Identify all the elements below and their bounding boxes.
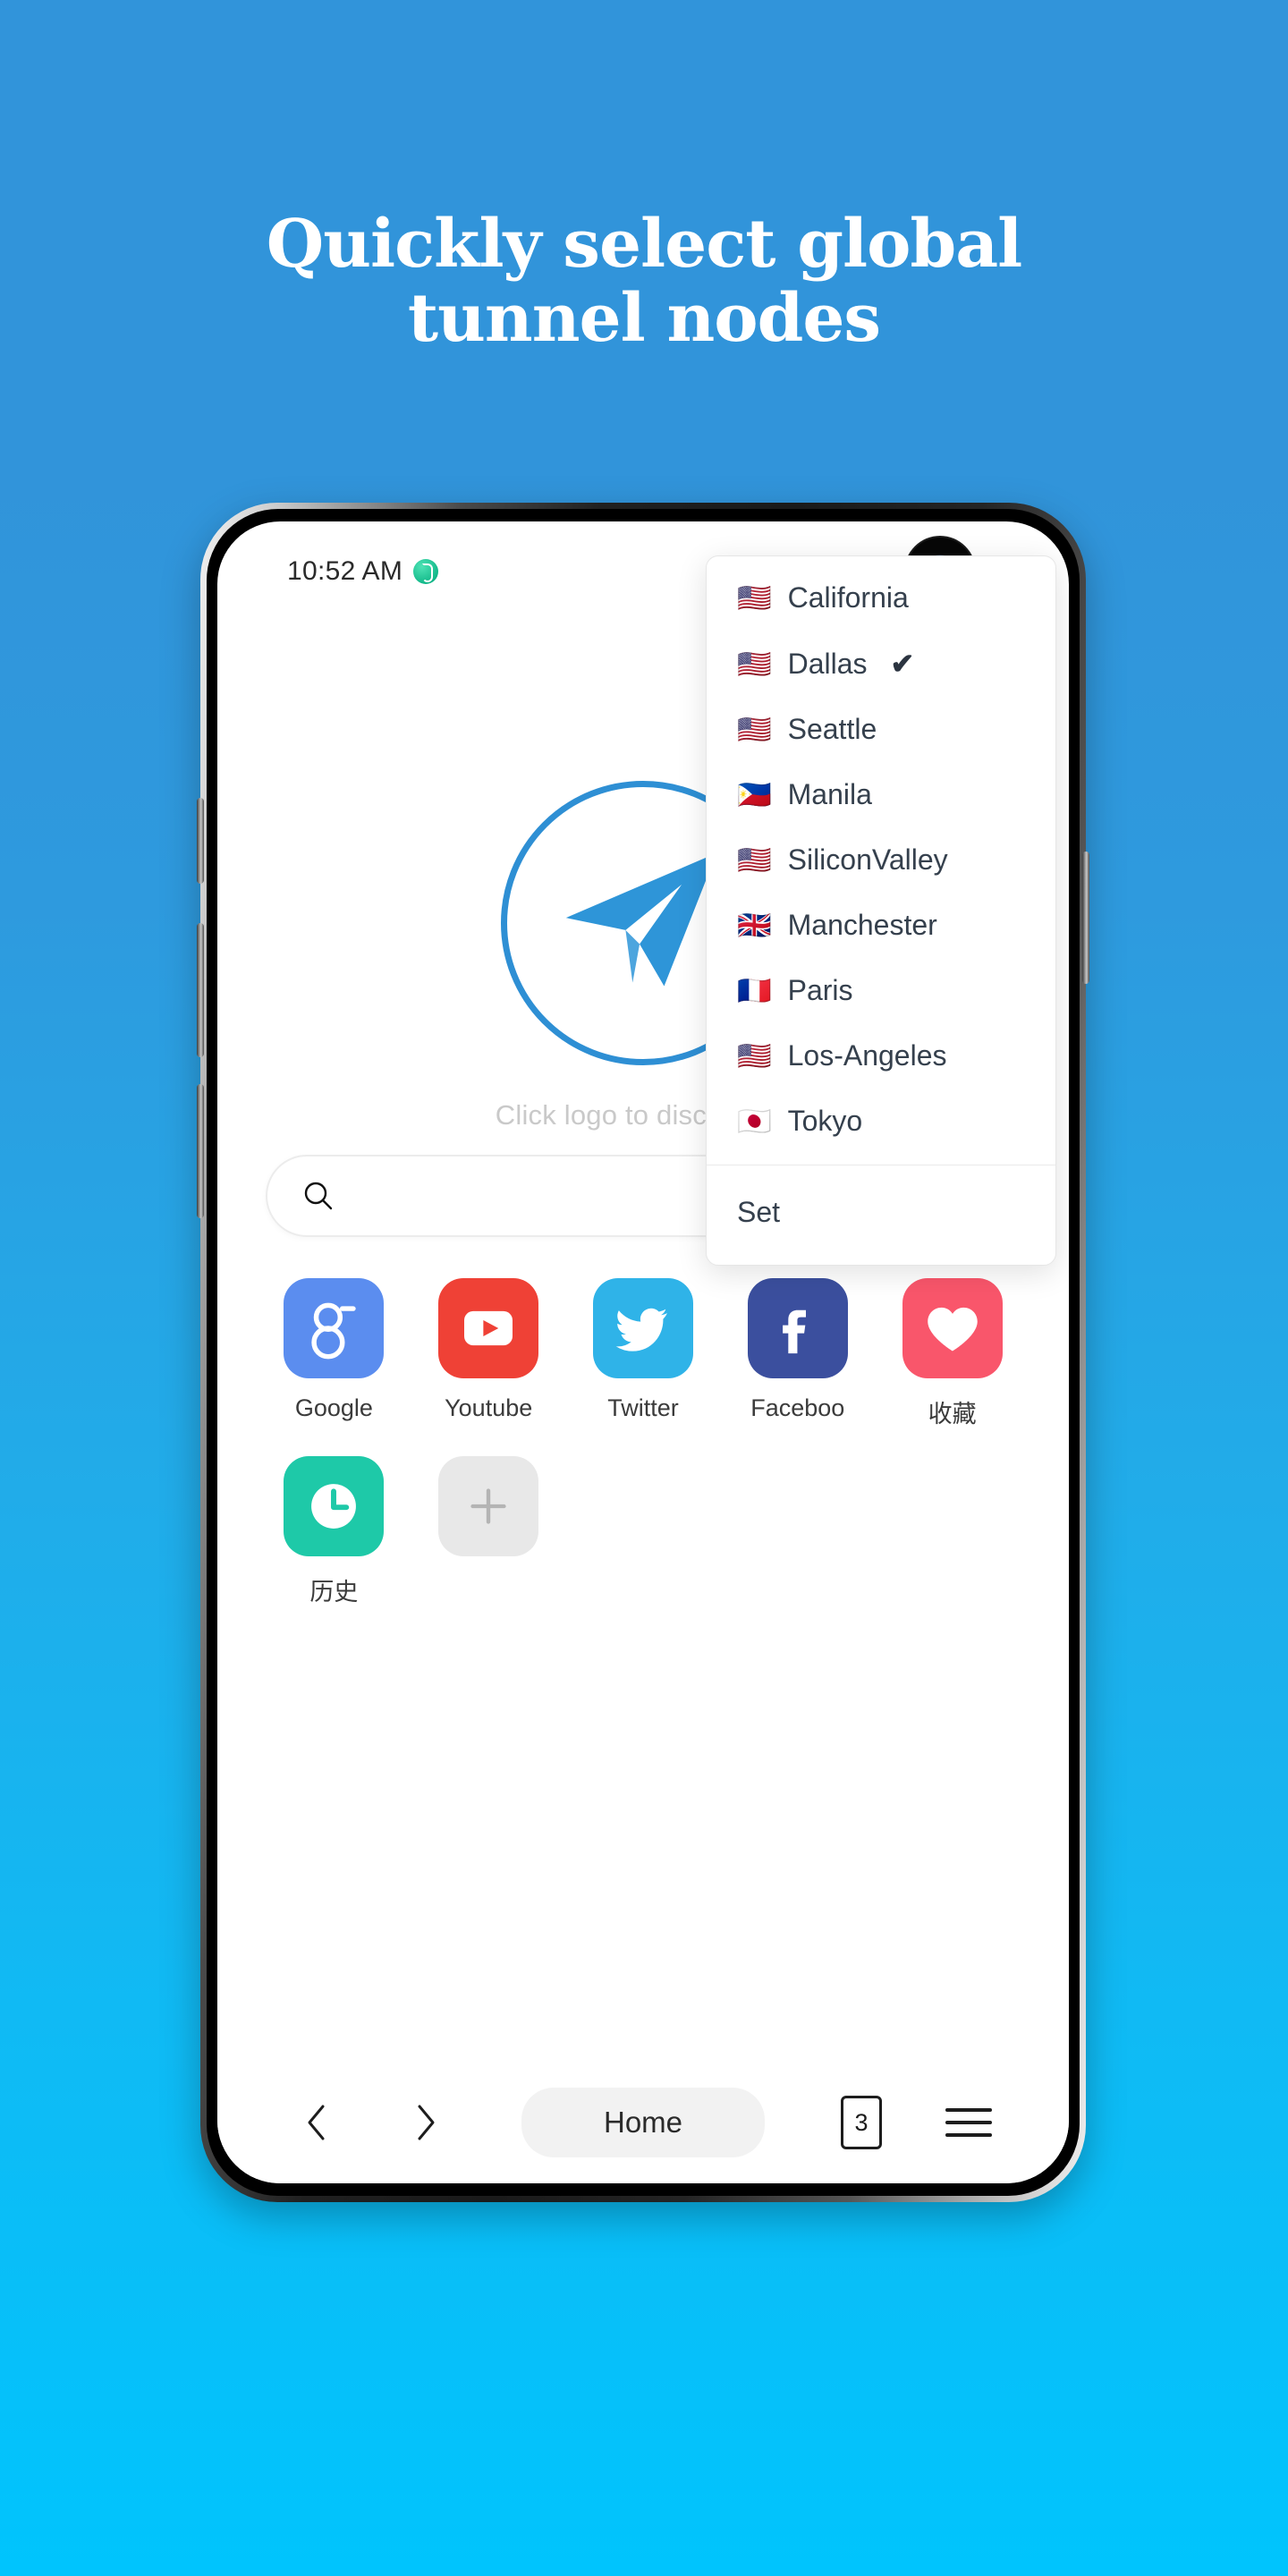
shortcut-label: Faceboo bbox=[750, 1394, 845, 1421]
dropdown-item-label: Tokyo bbox=[787, 1105, 863, 1137]
status-bar-left: 10:52 AM bbox=[287, 556, 439, 587]
promo-headline: Quickly select global tunnel nodes bbox=[0, 208, 1288, 356]
shortcut-label: Google bbox=[294, 1394, 373, 1421]
google-icon bbox=[284, 1278, 385, 1378]
phone-side-button-power[interactable] bbox=[1082, 852, 1089, 984]
phone-side-button-volume-down[interactable] bbox=[197, 1084, 204, 1218]
twitter-icon bbox=[592, 1278, 693, 1378]
promo-headline-line-2: tunnel nodes bbox=[407, 279, 881, 357]
phone-bezel: 10:52 AM HD bbox=[207, 509, 1080, 2196]
nav-tabs-button[interactable]: 3 bbox=[808, 2096, 915, 2149]
shortcut-label: 历史 bbox=[309, 1579, 359, 1606]
nav-home-button[interactable]: Home bbox=[484, 2088, 802, 2157]
shortcut-google[interactable]: Google bbox=[257, 1278, 411, 1429]
shortcut-favorites[interactable]: 收藏 bbox=[875, 1278, 1030, 1429]
dropdown-item-label: Dallas bbox=[787, 647, 868, 680]
hamburger-menu-icon bbox=[945, 2108, 992, 2137]
dropdown-item-label: Manchester bbox=[787, 909, 937, 941]
search-icon bbox=[301, 1179, 335, 1213]
heart-icon bbox=[902, 1278, 1003, 1378]
shortcut-history[interactable]: 历史 bbox=[257, 1456, 411, 1607]
check-icon: ✔ bbox=[890, 648, 915, 680]
nav-forward-button[interactable] bbox=[371, 2101, 479, 2144]
flag-icon: 🇺🇸 bbox=[737, 844, 772, 876]
shortcut-label: Youtube bbox=[445, 1394, 533, 1421]
phone-side-button-silent[interactable] bbox=[197, 798, 204, 884]
flag-icon: 🇬🇧 bbox=[737, 910, 772, 941]
dropdown-item-label: Los-Angeles bbox=[787, 1039, 947, 1072]
status-bar-clock: 10:52 AM bbox=[287, 556, 403, 586]
paper-plane-icon bbox=[555, 835, 731, 1011]
dropdown-item-label: Paris bbox=[787, 974, 853, 1006]
shortcut-grid: Google Youtube Twitter Faceboo 收藏 历史 bbox=[257, 1278, 1030, 1607]
dropdown-item-label: SiliconValley bbox=[787, 843, 948, 876]
chevron-left-icon bbox=[300, 2101, 335, 2144]
dropdown-settings-button[interactable]: Set bbox=[707, 1165, 1055, 1265]
dropdown-item-manila[interactable]: 🇵🇭 Manila bbox=[707, 762, 1055, 827]
dropdown-item-label: California bbox=[787, 581, 909, 614]
flag-icon: 🇺🇸 bbox=[737, 1040, 772, 1072]
dropdown-item-california[interactable]: 🇺🇸 California bbox=[707, 565, 1055, 631]
youtube-icon bbox=[438, 1278, 539, 1378]
dropdown-item-seattle[interactable]: 🇺🇸 Seattle bbox=[707, 697, 1055, 762]
shortcut-label: Twitter bbox=[607, 1394, 679, 1421]
tab-count-badge: 3 bbox=[841, 2096, 882, 2149]
flag-icon: 🇯🇵 bbox=[737, 1106, 772, 1137]
dropdown-item-los-angeles[interactable]: 🇺🇸 Los-Angeles bbox=[707, 1023, 1055, 1089]
nav-back-button[interactable] bbox=[264, 2101, 371, 2144]
shortcut-facebook[interactable]: Faceboo bbox=[720, 1278, 875, 1429]
globe-badge-icon bbox=[413, 559, 439, 584]
flag-icon: 🇫🇷 bbox=[737, 975, 772, 1006]
dropdown-item-siliconvalley[interactable]: 🇺🇸 SiliconValley bbox=[707, 827, 1055, 893]
region-dropdown-menu: 🇺🇸 California 🇺🇸 Dallas ✔ 🇺🇸 Seattle 🇵🇭 … bbox=[706, 555, 1056, 1266]
phone-side-button-volume-up[interactable] bbox=[197, 923, 204, 1057]
flag-icon: 🇺🇸 bbox=[737, 582, 772, 614]
clock-icon bbox=[284, 1456, 385, 1556]
facebook-icon bbox=[747, 1278, 848, 1378]
phone-screen: 10:52 AM HD bbox=[217, 521, 1069, 2183]
dropdown-item-paris[interactable]: 🇫🇷 Paris bbox=[707, 958, 1055, 1023]
dropdown-item-label: Manila bbox=[787, 778, 872, 810]
dropdown-item-dallas[interactable]: 🇺🇸 Dallas ✔ bbox=[707, 631, 1055, 697]
browser-bottom-nav: Home 3 bbox=[217, 2062, 1069, 2183]
chevron-right-icon bbox=[407, 2101, 443, 2144]
shortcut-youtube[interactable]: Youtube bbox=[411, 1278, 566, 1429]
flag-icon: 🇺🇸 bbox=[737, 648, 772, 680]
plus-icon bbox=[438, 1456, 539, 1556]
nav-home-label: Home bbox=[521, 2088, 765, 2157]
flag-icon: 🇺🇸 bbox=[737, 714, 772, 745]
flag-icon: 🇵🇭 bbox=[737, 779, 772, 810]
nav-menu-button[interactable] bbox=[915, 2108, 1022, 2137]
shortcut-twitter[interactable]: Twitter bbox=[566, 1278, 721, 1429]
dropdown-item-label: Seattle bbox=[787, 713, 877, 745]
dropdown-item-manchester[interactable]: 🇬🇧 Manchester bbox=[707, 893, 1055, 958]
shortcut-add[interactable] bbox=[411, 1456, 566, 1607]
dropdown-item-tokyo[interactable]: 🇯🇵 Tokyo bbox=[707, 1089, 1055, 1154]
promo-headline-line-1: Quickly select global bbox=[266, 206, 1023, 283]
phone-mockup: 10:52 AM HD bbox=[197, 503, 1089, 2202]
shortcut-label: 收藏 bbox=[928, 1401, 977, 1428]
